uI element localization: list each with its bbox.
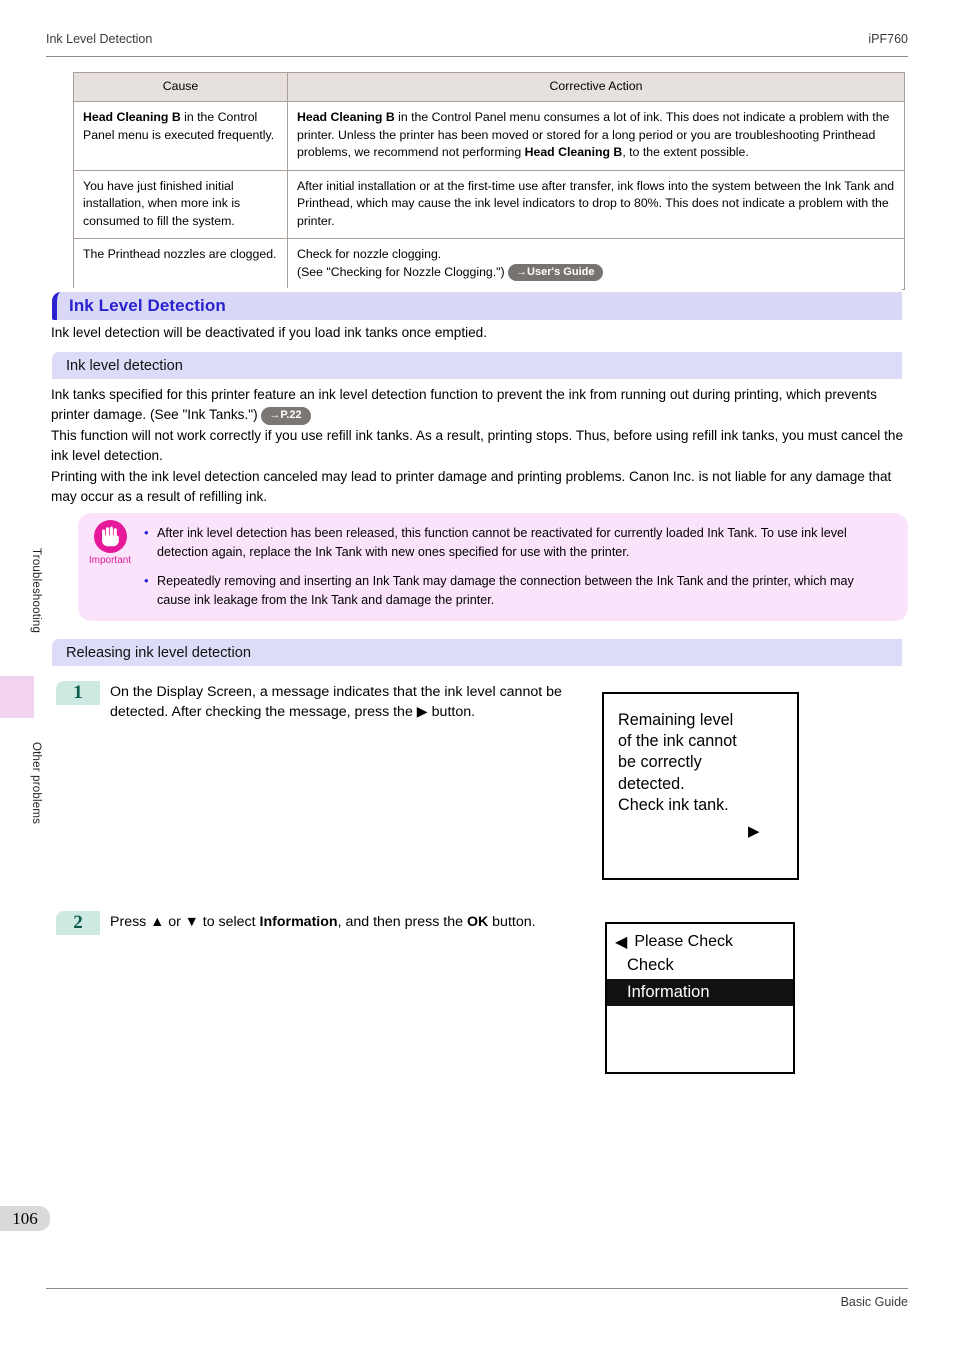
action-line-2: (See "Checking for Nozzle Clogging.") [297, 264, 509, 279]
cause-strong-term: Head Cleaning B [83, 110, 181, 125]
lcd-menu-panel: ◀ Please Check Check Information [605, 922, 795, 1074]
important-callout: Important • After ink level detection ha… [78, 513, 908, 621]
important-icon-group: Important [78, 513, 142, 621]
lcd-message-panel: Remaining level of the ink cannot be cor… [602, 692, 799, 880]
lcd-right-arrow-icon: ▶ [748, 823, 760, 841]
section-heading-ink-level-detection: Ink Level Detection [52, 292, 902, 320]
header-model-name: iPF760 [868, 32, 908, 46]
action-strong-term-1: Head Cleaning B [297, 110, 395, 125]
running-header: Ink Level Detection iPF760 [46, 32, 908, 46]
subheading-releasing-ink-level-detection: Releasing ink level detection [52, 639, 902, 666]
cell-cause: You have just finished initial installat… [73, 169, 288, 240]
lcd-menu-item-information[interactable]: Information [607, 979, 793, 1006]
cell-corrective-action: Check for nozzle clogging. (See "Checkin… [287, 238, 905, 291]
table-header-row: Cause Corrective Action [73, 71, 905, 103]
paragraph-1-text: Ink tanks specified for this printer fea… [51, 387, 877, 423]
list-item: • After ink level detection has been rel… [144, 524, 890, 561]
step-2-text-then: , and then press the [337, 914, 467, 930]
step-1-instruction: On the Display Screen, a message indicat… [110, 682, 578, 723]
bullet-dot-icon: • [144, 525, 149, 540]
step-2-instruction: Press ▲ or ▼ to select Information, and … [110, 912, 592, 932]
lcd-message-line: Remaining level [618, 711, 734, 729]
lcd-message-line: of the ink cannot [618, 732, 737, 751]
table-row: You have just finished initial installat… [73, 169, 905, 240]
cell-corrective-action: After initial installation or at the fir… [287, 169, 905, 240]
lcd-message-line: be correctly [618, 753, 702, 772]
header-section-title: Ink Level Detection [46, 32, 153, 46]
step-1-text-before: On the Display Screen, a message indicat… [110, 684, 562, 721]
table-row: Head Cleaning B in the Control Panel men… [73, 101, 905, 171]
lcd-menu-title-label: Please Check [634, 933, 734, 950]
right-arrow-icon: ▶ [416, 704, 428, 721]
step-2-text-or: or [164, 914, 185, 930]
step-2-text-end: button. [488, 914, 536, 930]
down-arrow-icon: ▼ [184, 914, 199, 930]
side-tab-marker [0, 676, 34, 718]
left-arrow-icon: ◀ [615, 934, 628, 951]
column-header-corrective-action: Corrective Action [287, 71, 905, 103]
lcd-message-line: detected. [618, 774, 685, 793]
important-bullet-text: After ink level detection has been relea… [157, 526, 847, 559]
header-divider [46, 56, 908, 57]
section-heading-label: Ink Level Detection [69, 296, 226, 315]
action-text-2: , to the extent possible. [622, 145, 749, 160]
subheading-label: Ink level detection [66, 357, 183, 374]
action-strong-term-2: Head Cleaning B [524, 145, 623, 160]
lcd-menu-title-row: ◀ Please Check [607, 924, 793, 952]
step-number-1: 1 [56, 681, 100, 705]
important-label: Important [88, 555, 132, 566]
side-tab-troubleshooting: Troubleshooting [30, 548, 42, 634]
side-tab-rail: Troubleshooting Other problems [0, 0, 42, 1348]
table-row: The Printhead nozzles are clogged. Check… [73, 238, 905, 291]
footer-guide-name: Basic Guide [840, 1295, 908, 1309]
footer-divider [46, 1288, 908, 1289]
cause-corrective-table: Cause Corrective Action Head Cleaning B … [73, 71, 905, 291]
cell-cause: Head Cleaning B in the Control Panel men… [73, 101, 288, 171]
paragraph-3: Printing with the ink level detection ca… [51, 468, 892, 504]
section-heading-top-rule [52, 288, 902, 291]
action-line-1: Check for nozzle clogging. [297, 247, 442, 262]
important-bullet-list: • After ink level detection has been rel… [142, 513, 908, 621]
step-1-text-after: button. [427, 704, 476, 721]
users-guide-link-badge[interactable]: →User's Guide [508, 263, 604, 282]
important-bullet-text: Repeatedly removing and inserting an Ink… [157, 574, 854, 607]
paragraph-1: Ink tanks specified for this printer fea… [51, 385, 912, 426]
column-header-cause: Cause [73, 71, 288, 103]
step-2-text-press: Press [110, 914, 151, 930]
up-arrow-icon: ▲ [150, 914, 165, 930]
step-2-ok-button-name: OK [466, 914, 489, 930]
side-tab-other-problems: Other problems [30, 742, 42, 825]
section-intro-text: Ink level detection will be deactivated … [51, 325, 488, 340]
list-item: • Repeatedly removing and inserting an I… [144, 572, 890, 609]
cell-cause: The Printhead nozzles are clogged. [73, 238, 288, 291]
lcd-message-line: Check ink tank. [618, 795, 729, 814]
stop-hand-icon [93, 520, 127, 553]
step-number-2: 2 [56, 911, 100, 935]
bullet-dot-icon: • [144, 573, 149, 588]
subheading-ink-level-detection: Ink level detection [52, 352, 902, 379]
lcd-menu-item-check[interactable]: Check [607, 952, 793, 979]
cell-corrective-action: Head Cleaning B in the Control Panel men… [287, 101, 905, 171]
step-2-menu-name: Information [259, 914, 338, 930]
ink-level-detection-body: Ink tanks specified for this printer fea… [51, 385, 912, 507]
page-number-tab: 106 [0, 1206, 50, 1231]
paragraph-2: This function will not work correctly if… [51, 427, 903, 464]
page-reference-badge[interactable]: →P.22 [261, 407, 311, 425]
subheading-label: Releasing ink level detection [66, 644, 251, 661]
step-2-text-select: to select [198, 914, 260, 930]
